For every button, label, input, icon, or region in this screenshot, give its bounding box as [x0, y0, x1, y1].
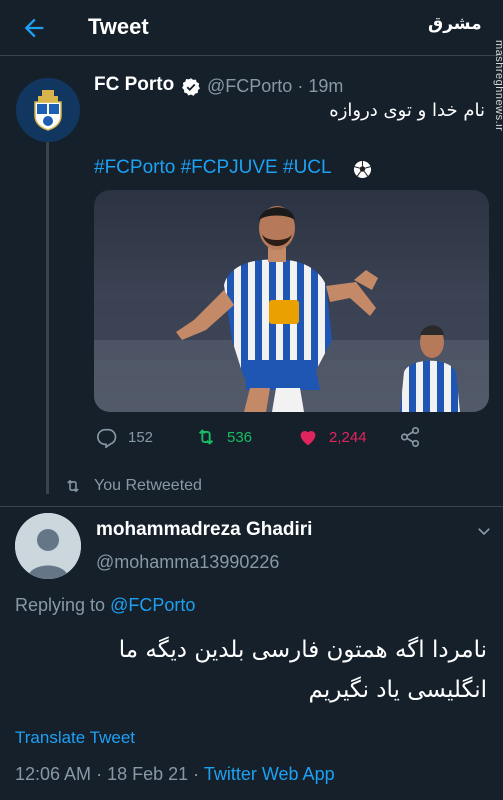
meta-separator: ·: [96, 764, 103, 784]
author-name[interactable]: FC Porto: [94, 74, 174, 96]
tweet-meta: 12:06 AM · 18 Feb 21 · Twitter Web App: [15, 764, 335, 785]
like-count: 2,244: [329, 428, 367, 446]
author-handle[interactable]: @FCPorto: [207, 76, 292, 96]
hashtags[interactable]: #FCPorto #FCPJUVE #UCL: [94, 157, 332, 179]
retweet-count: 536: [227, 428, 253, 446]
author-handle-time: @FCPorto · 19m: [207, 76, 343, 97]
replying-mention[interactable]: @FCPorto: [110, 595, 195, 615]
fcporto-crest-logo: [16, 78, 80, 142]
reply-text-line2: انگلیسی یاد نگیریم: [308, 677, 487, 703]
watermark-logo: مشرق: [428, 14, 482, 34]
heart-icon: [300, 431, 316, 446]
chevron-down-icon[interactable]: [475, 522, 493, 540]
reply-count: 152: [128, 428, 154, 446]
default-avatar-icon: [15, 513, 81, 579]
separator: ·: [297, 76, 304, 96]
avatar-default[interactable]: [15, 513, 81, 579]
divider: [0, 506, 503, 507]
retweet-action[interactable]: 536: [195, 424, 252, 450]
reply-author-name[interactable]: mohammadreza Ghadiri: [96, 519, 312, 541]
share-action[interactable]: [399, 424, 431, 450]
watermark-url: mashreghnews.ir: [493, 40, 503, 132]
translate-tweet-link[interactable]: Translate Tweet: [15, 728, 135, 748]
reply-author-handle[interactable]: @mohamma13990226: [96, 552, 279, 573]
reply-action[interactable]: 152: [96, 424, 153, 450]
tweet-text: نام خدا و توی دروازه: [329, 100, 485, 121]
thread-connector-line: [46, 142, 49, 494]
share-icon: [400, 427, 420, 447]
retweet-indicator-text: You Retweeted: [94, 477, 202, 494]
player-celebration-image: [94, 190, 489, 412]
reply-time: 12:06 AM: [15, 764, 92, 784]
avatar-fcporto[interactable]: [16, 78, 80, 142]
meta-separator-2: ·: [193, 764, 200, 784]
back-arrow-icon[interactable]: [20, 14, 48, 42]
replying-prefix: Replying to: [15, 595, 106, 615]
reply-icon: [97, 428, 117, 448]
retweet-icon: [198, 429, 214, 445]
page-title: Tweet: [88, 14, 149, 39]
retweet-small-icon: [67, 479, 79, 493]
like-action[interactable]: 2,244: [297, 424, 367, 450]
soccer-ball-icon: [353, 160, 372, 179]
top-bar: Tweet مشرق: [0, 0, 503, 56]
tweet-photo[interactable]: [94, 190, 489, 412]
retweet-indicator: You Retweeted: [64, 477, 202, 495]
reply-text-line1: نامردا اگه همتون فارسی بلدین دیگه ما: [118, 637, 487, 663]
verified-icon: [182, 78, 200, 96]
reply-date: 18 Feb 21: [107, 764, 189, 784]
tweet-time[interactable]: 19m: [308, 76, 343, 96]
reply-text: نامردا اگه همتون فارسی بلدین دیگه ما انگ…: [17, 630, 487, 710]
replying-to: Replying to @FCPorto: [15, 595, 195, 616]
source-app-link[interactable]: Twitter Web App: [204, 764, 335, 784]
